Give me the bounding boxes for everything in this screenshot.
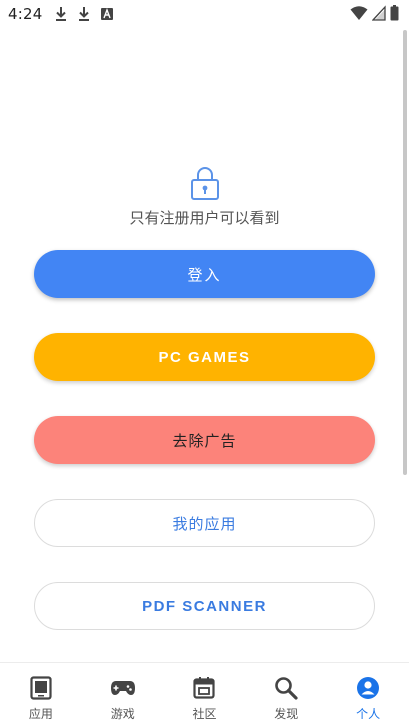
download-icon [56,7,67,21]
community-icon [191,675,217,701]
nav-label-games: 游戏 [110,707,135,721]
scrollbar-thumb[interactable] [403,30,407,475]
nav-item-apps[interactable]: 应用 [0,663,82,728]
search-icon [273,675,299,701]
status-notifications [54,6,114,22]
profile-icon [355,675,381,701]
login-button[interactable]: 登入 [34,250,375,298]
pdf-scanner-button[interactable]: PDF SCANNER [34,582,375,630]
pc-games-button[interactable]: PC GAMES [34,333,375,381]
font-a-icon [101,8,114,20]
my-apps-button[interactable]: 我的应用 [34,499,375,547]
nav-item-games[interactable]: 游戏 [82,663,164,728]
apps-icon [28,675,54,701]
battery-icon [390,5,399,21]
nav-item-discover[interactable]: 发现 [245,663,327,728]
nav-label-apps: 应用 [28,707,53,721]
status-time: 4:24 [8,5,43,23]
nav-label-community: 社区 [192,707,217,721]
remove-ads-button[interactable]: 去除广告 [34,416,375,464]
nav-item-community[interactable]: 社区 [164,663,246,728]
lock-icon [190,167,219,200]
status-bar: 4:24 [0,0,409,28]
status-system-icons [350,5,399,21]
wifi-icon [350,6,368,20]
bottom-navigation: 应用 游戏 社区 发现 个人 [0,662,409,728]
gamepad-icon [110,675,136,701]
download-icon [79,7,90,21]
lock-icon-wrapper [0,165,409,201]
signal-icon [372,5,386,21]
nav-label-profile: 个人 [356,707,381,721]
nav-item-profile[interactable]: 个人 [327,663,409,728]
registered-only-text: 只有注册用户可以看到 [129,209,280,227]
nav-label-discover: 发现 [274,707,299,721]
